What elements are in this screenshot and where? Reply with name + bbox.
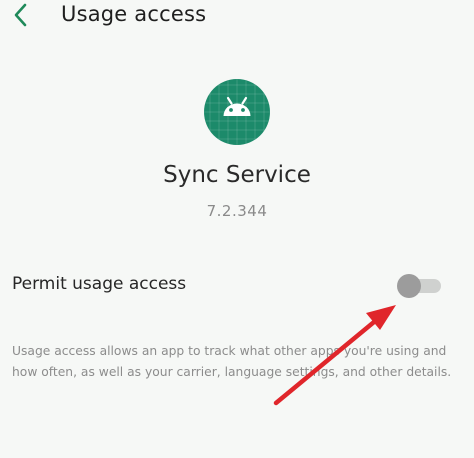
toggle-thumb [397,274,421,298]
header-bar: Usage access [0,0,474,32]
app-name: Sync Service [163,162,311,188]
back-button[interactable] [10,2,34,28]
permit-usage-access-label: Permit usage access [12,274,187,294]
chevron-left-icon [14,3,27,27]
app-icon [204,79,270,145]
android-icon [204,79,270,145]
red-arrow-icon [273,305,396,406]
app-version: 7.2.344 [206,202,268,220]
permit-usage-access-toggle[interactable] [397,274,444,298]
usage-access-description: Usage access allows an app to track what… [12,344,452,379]
page-title: Usage access [61,2,207,26]
permit-usage-access-row[interactable]: Permit usage access [0,262,474,306]
